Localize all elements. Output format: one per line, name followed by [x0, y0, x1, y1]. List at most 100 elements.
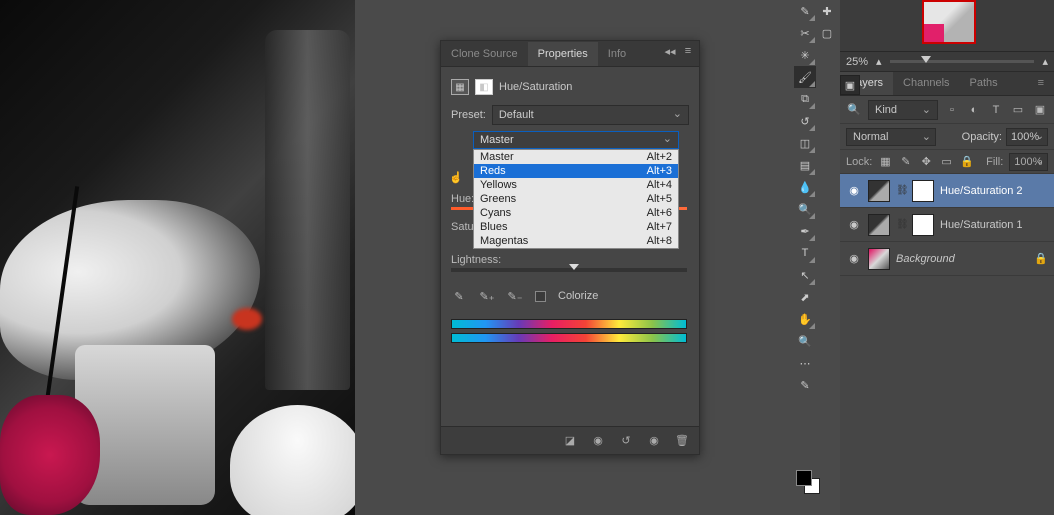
color-sampler-tool[interactable]: ✚ — [816, 0, 838, 22]
lightness-slider[interactable] — [451, 268, 687, 272]
eyedropper-icon[interactable]: ✎ — [451, 288, 467, 304]
clip-to-layer-icon[interactable]: ◪ — [561, 432, 579, 450]
adjustment-thumb — [868, 180, 890, 202]
foreground-color-swatch[interactable] — [796, 470, 812, 486]
pen-tool[interactable]: ✒ — [794, 220, 816, 242]
document-canvas[interactable] — [0, 0, 355, 515]
lightness-handle[interactable] — [569, 264, 579, 270]
clone-stamp-tool[interactable]: ⧉ — [794, 88, 816, 110]
lock-artboard-icon[interactable]: ▭ — [939, 154, 953, 170]
zoom-tool[interactable]: 🔍 — [794, 330, 816, 352]
navigator-thumbnail[interactable] — [922, 0, 976, 44]
view-previous-icon[interactable]: ◉ — [589, 432, 607, 450]
photo-bottle — [265, 30, 350, 390]
blend-mode-value: Normal — [853, 131, 888, 143]
zoom-handle[interactable] — [921, 56, 931, 63]
filter-type-icon[interactable]: T — [988, 102, 1004, 118]
edit-toolbar-icon[interactable]: ✎ — [794, 374, 816, 396]
targeted-adjust-icon[interactable]: ☝ — [449, 171, 463, 184]
history-brush-tool[interactable]: ↺ — [794, 110, 816, 132]
range-option-magentas[interactable]: MagentasAlt+8 — [474, 234, 678, 248]
range-option-reds[interactable]: RedsAlt+3 — [474, 164, 678, 178]
lock-position-icon[interactable]: ✎ — [899, 154, 913, 170]
opacity-input[interactable]: 100% — [1006, 128, 1048, 146]
layer-filter-dropdown[interactable]: Kind — [868, 100, 938, 120]
range-option-blues[interactable]: BluesAlt+7 — [474, 220, 678, 234]
color-range-selected: Master — [480, 134, 514, 146]
colorize-label: Colorize — [558, 290, 598, 302]
filter-smart-icon[interactable]: ▣ — [1032, 102, 1048, 118]
eyedropper-subtract-icon[interactable]: ✎₋ — [507, 288, 523, 304]
collapsed-panel-icon[interactable]: ▣ — [840, 75, 860, 95]
blend-mode-dropdown[interactable]: Normal — [846, 128, 936, 146]
tab-channels[interactable]: Channels — [893, 72, 959, 95]
layer-name: Background — [896, 253, 1028, 265]
more-tools-icon[interactable]: ⋯ — [794, 352, 816, 374]
range-option-yellows[interactable]: YellowsAlt+4 — [474, 178, 678, 192]
trash-icon[interactable]: 🗑 — [673, 432, 691, 450]
opacity-value: 100% — [1011, 131, 1039, 143]
color-range-dropdown[interactable]: Master — [473, 131, 679, 149]
zoom-value[interactable]: 25% — [846, 56, 868, 68]
colorize-checkbox[interactable] — [535, 291, 546, 302]
hand-tool[interactable]: ✋ — [794, 308, 816, 330]
range-option-cyans[interactable]: CyansAlt+6 — [474, 206, 678, 220]
lock-pixels-icon[interactable]: ▦ — [878, 154, 892, 170]
layers-menu-icon[interactable]: ≡ — [1028, 72, 1054, 95]
eyedropper-tool[interactable]: ✎ — [794, 0, 816, 22]
mask-thumb — [912, 180, 934, 202]
spectrum-top — [451, 319, 687, 329]
photo-cup-white — [230, 405, 355, 515]
path-select-tool[interactable]: ↖ — [794, 264, 816, 286]
layer-row[interactable]: ◉⛓Hue/Saturation 2 — [840, 174, 1054, 208]
photo-redspot — [232, 308, 262, 330]
lightness-label: Lightness: — [451, 254, 501, 266]
visibility-icon[interactable]: ◉ — [645, 432, 663, 450]
link-icon: ⛓ — [896, 219, 906, 230]
visibility-toggle-icon[interactable]: ◉ — [846, 184, 862, 197]
right-panels: 25% ▴ ▴ Layers Channels Paths ≡ 🔍 Kind ▫… — [840, 0, 1054, 515]
spot-heal-tool[interactable]: ✳ — [794, 44, 816, 66]
tab-clone-source[interactable]: Clone Source — [441, 42, 528, 66]
fill-value: 100% — [1014, 156, 1042, 168]
fill-label: Fill: — [986, 156, 1003, 168]
lock-all-icon[interactable]: 🔒 — [960, 154, 974, 170]
eraser-tool[interactable]: ◫ — [794, 132, 816, 154]
color-swatches[interactable] — [794, 468, 822, 496]
zoom-out-icon[interactable]: ▴ — [876, 55, 882, 68]
range-option-master[interactable]: MasterAlt+2 — [474, 150, 678, 164]
dodge-tool[interactable]: 🔍 — [794, 198, 816, 220]
frame-tool[interactable]: ▢ — [816, 22, 838, 44]
zoom-in-icon[interactable]: ▴ — [1042, 55, 1048, 68]
tools-toolbar: ✎✚ ✂▢ ✳ 🖌 ⧉ ↺ ◫ ▤ 💧 🔍 ✒ T ↖ ⬈ ✋ 🔍 ⋯ ✎ — [792, 0, 840, 515]
tab-info[interactable]: Info — [598, 42, 636, 66]
filter-adjust-icon[interactable]: ◐ — [966, 102, 982, 118]
search-icon[interactable]: 🔍 — [846, 102, 862, 118]
range-option-greens[interactable]: GreensAlt+5 — [474, 192, 678, 206]
visibility-toggle-icon[interactable]: ◉ — [846, 252, 862, 265]
panel-menu-icon[interactable]: ≡ — [681, 44, 695, 58]
brush-tool[interactable]: 🖌 — [794, 66, 816, 88]
preset-dropdown[interactable]: Default — [492, 105, 689, 125]
collapse-icon[interactable]: ◂◂ — [663, 44, 677, 58]
crop-tool[interactable]: ✂ — [794, 22, 816, 44]
reset-icon[interactable]: ↺ — [617, 432, 635, 450]
blur-tool[interactable]: 💧 — [794, 176, 816, 198]
filter-shape-icon[interactable]: ▭ — [1010, 102, 1026, 118]
zoom-slider[interactable] — [890, 60, 1035, 63]
type-tool[interactable]: T — [794, 242, 816, 264]
layer-row[interactable]: ◉⛓Hue/Saturation 1 — [840, 208, 1054, 242]
fill-input[interactable]: 100% — [1009, 153, 1048, 171]
visibility-toggle-icon[interactable]: ◉ — [846, 218, 862, 231]
tab-paths[interactable]: Paths — [960, 72, 1008, 95]
mask-icon: ◧ — [475, 79, 493, 95]
gradient-tool[interactable]: ▤ — [794, 154, 816, 176]
eyedropper-add-icon[interactable]: ✎₊ — [479, 288, 495, 304]
direct-select-tool[interactable]: ⬈ — [794, 286, 816, 308]
lock-move-icon[interactable]: ✥ — [919, 154, 933, 170]
layer-row[interactable]: ◉Background🔒 — [840, 242, 1054, 276]
filter-pixel-icon[interactable]: ▫ — [944, 102, 960, 118]
preset-value: Default — [499, 109, 534, 121]
tab-properties[interactable]: Properties — [528, 42, 598, 66]
spectrum-bottom — [451, 333, 687, 343]
